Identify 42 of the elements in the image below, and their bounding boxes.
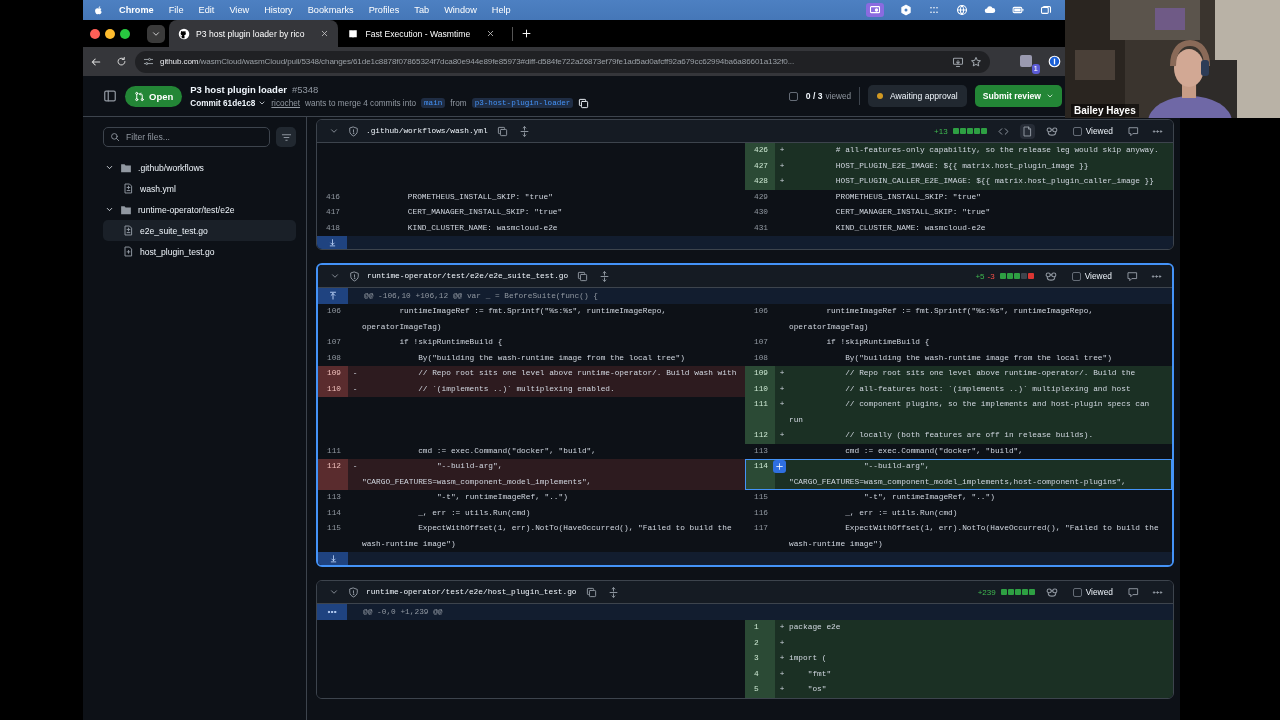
viewed-label: viewed — [825, 91, 852, 101]
filter-field[interactable]: Filter files... — [103, 127, 270, 147]
additions-count: +13 — [934, 126, 948, 136]
menu-item[interactable]: Window — [444, 5, 477, 15]
pr-title: P3 host plugin loader — [190, 83, 287, 95]
additions-count: +5 — [975, 271, 985, 281]
folder-entry[interactable]: runtime-operator/test/e2e — [103, 199, 296, 220]
commit-dropdown[interactable]: Commit 61de1c8 — [190, 98, 267, 108]
additions-count: +239 — [977, 587, 996, 597]
address-bar[interactable]: github.com/wasmCloud/wasmCloud/pull/5348/changes/61de1c8878f07865324f7dca80e944e89fe85973#diff-d584fe722a26873ef79fe1ad5ad0afcff92a679cc62994ba6a86601a132f0... — [135, 50, 990, 73]
menu-item[interactable]: History — [264, 5, 293, 15]
deletions-count: -3 — [987, 271, 995, 281]
viewed-button[interactable]: Viewed — [1068, 124, 1117, 138]
menu-item[interactable]: Help — [491, 5, 511, 15]
author-link[interactable]: ricochet — [271, 98, 301, 108]
menu-item[interactable]: Profiles — [368, 5, 400, 15]
browser-tab[interactable]: P3 host plugin loader by rico — [169, 20, 339, 47]
menu-item[interactable]: Edit — [198, 5, 215, 15]
folder-entry[interactable]: .github/workflows — [103, 157, 296, 178]
changed-file-entry[interactable]: e2e_suite_test.go — [103, 220, 296, 241]
browser-tab[interactable]: Fast Execution - Wasmtime — [338, 20, 505, 47]
menu-item[interactable]: Bookmarks — [307, 5, 354, 15]
menu-item[interactable]: File — [168, 5, 184, 15]
extension-badge: 1 — [1031, 63, 1040, 74]
tab-title: P3 host plugin loader by rico — [196, 28, 305, 39]
menu-item[interactable]: Tab — [414, 5, 430, 15]
participant-name: Bailey Hayes — [1071, 104, 1139, 117]
menu-item[interactable]: View — [229, 5, 250, 15]
pr-number: #5348 — [291, 83, 319, 95]
from-text: from — [450, 98, 467, 108]
viewed-count: 0 / 3 — [805, 91, 823, 101]
status-badge: Open — [125, 85, 183, 107]
changed-file-entry[interactable]: host_plugin_test.go — [103, 241, 296, 262]
approval-text: Awaiting approval — [890, 91, 958, 101]
viewed-button[interactable]: Viewed — [1067, 269, 1116, 283]
submit-review-button[interactable]: Submit review — [974, 85, 1062, 107]
menu-item[interactable]: Chrome — [119, 5, 154, 15]
tab-title: Fast Execution - Wasmtime — [365, 28, 471, 39]
url-text: github.com/wasmCloud/wasmCloud/pull/5348/changes/61de1c8878f07865324f7dca80e944e89fe85973#diff-d584fe722a26873ef79fe1ad5ad0afcff92a679cc62994ba6a86601a132f0... — [160, 57, 796, 66]
merge-text: wants to merge 4 commits into — [305, 98, 417, 108]
viewed-button[interactable]: Viewed — [1068, 585, 1117, 599]
changed-file-entry[interactable]: wash.yml — [103, 178, 296, 199]
